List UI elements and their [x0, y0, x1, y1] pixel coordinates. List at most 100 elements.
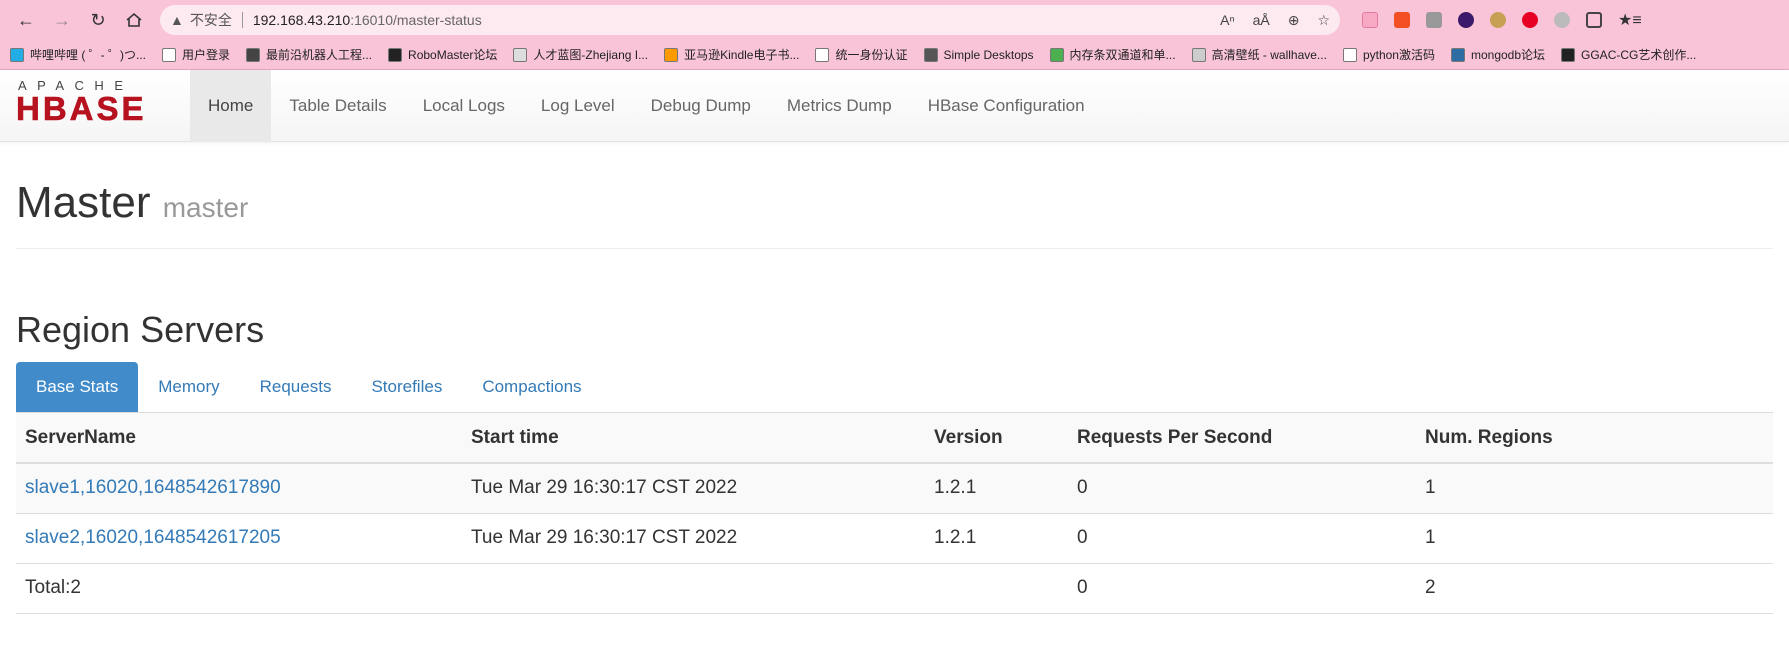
version: 1.2.1 — [934, 527, 977, 548]
region-servers-tabs: Base Stats Memory Requests Storefiles Compac… — [16, 362, 1773, 413]
server-name-link[interactable]: slave2,16020,1648542617205 — [25, 527, 281, 548]
bilibili-extension-icon[interactable] — [1362, 12, 1378, 28]
bookmark-favicon-icon — [1561, 47, 1576, 62]
bookmark-item[interactable]: 统一身份认证 — [815, 46, 908, 63]
bookmark-label: GGAC-CG艺术创作... — [1581, 48, 1697, 62]
extensions-icon[interactable] — [1586, 12, 1602, 28]
nav-item-local-logs[interactable]: Local Logs — [405, 70, 523, 142]
total-requests-per-second-cell: 0 — [1068, 563, 1416, 614]
address-separator — [241, 12, 243, 28]
bookmark-favicon-icon — [388, 47, 403, 62]
bookmark-label: 统一身份认证 — [835, 48, 908, 62]
logo-hbase-text: HBASE — [16, 90, 147, 126]
bookmark-favicon-icon — [1450, 47, 1465, 62]
total-num-regions-cell: 2 — [1416, 563, 1773, 614]
back-icon[interactable]: ← — [8, 4, 44, 36]
bookmark-item[interactable]: RoboMaster论坛 — [388, 46, 497, 63]
bookmark-favicon-icon — [513, 47, 528, 62]
browser-toolbar: ← → ↻ ▲ 不安全 192.168.43.210:16010/master-… — [0, 0, 1789, 40]
server-name-link[interactable]: slave1,16020,1648542617890 — [25, 477, 281, 498]
face-extension-icon[interactable] — [1490, 12, 1506, 28]
start-time: Tue Mar 29 16:30:17 CST 2022 — [471, 527, 738, 548]
settings-extension-icon[interactable] — [1554, 12, 1570, 28]
empty-cell — [925, 563, 1068, 614]
bookmark-item[interactable]: 高清壁纸 - wallhave... — [1191, 46, 1327, 63]
bookmark-label: RoboMaster论坛 — [408, 48, 498, 62]
bookmark-item[interactable]: 用户登录 — [162, 46, 230, 63]
requests-per-second: 0 — [1077, 527, 1088, 548]
favorites-list-icon[interactable]: ★≡ — [1618, 10, 1642, 30]
reload-icon[interactable]: ↻ — [80, 4, 116, 36]
bookmark-favicon-icon — [1049, 47, 1064, 62]
bookmark-favicon-icon — [1191, 47, 1206, 62]
translate-icon[interactable]: aÅ — [1253, 12, 1270, 29]
bookmark-item[interactable]: GGAC-CG艺术创作... — [1561, 46, 1696, 63]
bookmark-item[interactable]: 最前沿机器人工程... — [246, 46, 372, 63]
region-servers-heading: Region Servers — [16, 309, 265, 350]
tab-base-stats[interactable]: Base Stats — [16, 362, 139, 412]
total-label-cell: Total:2 — [16, 563, 462, 614]
bookmark-favicon-icon — [815, 47, 830, 62]
bookmark-favicon-icon — [1342, 47, 1357, 62]
read-aloud-icon[interactable]: Aⁿ — [1220, 12, 1234, 29]
url-host: 192.168.43.210 — [252, 12, 351, 28]
page-subtitle: master — [162, 192, 249, 223]
requests-per-second: 0 — [1077, 477, 1088, 499]
page-title: Master master — [16, 178, 1773, 228]
tab-compactions[interactable]: Compactions — [462, 362, 601, 412]
hbase-logo[interactable]: APACHE HBASE — [0, 70, 190, 142]
start-time-cell: Tue Mar 29 16:30:17 CST 2022 — [462, 513, 925, 564]
nav-item-log-level[interactable]: Log Level — [523, 70, 633, 142]
tab-storefiles[interactable]: Storefiles — [351, 362, 462, 412]
requests-per-second-cell: 0 — [1068, 463, 1416, 514]
nav-item-metrics-dump[interactable]: Metrics Dump — [769, 70, 910, 142]
bookmark-label: 亚马逊Kindle电子书... — [684, 48, 800, 62]
bookmark-item[interactable]: Simple Desktops — [923, 47, 1034, 62]
csdn-extension-icon[interactable] — [1394, 12, 1410, 28]
collections-extension-icon[interactable] — [1426, 12, 1442, 28]
nav-item-debug-dump[interactable]: Debug Dump — [633, 70, 769, 142]
column-header[interactable]: Requests Per Second — [1068, 413, 1416, 464]
zoom-icon[interactable]: ⊕ — [1288, 12, 1300, 29]
column-header[interactable]: Start time — [462, 413, 925, 464]
bookmark-item[interactable]: 哔哩哔哩 ( ゜- ゜)つ... — [10, 46, 146, 63]
column-header[interactable]: ServerName — [16, 413, 462, 464]
bookmark-item[interactable]: 人才蓝图-Zhejiang I... — [513, 46, 648, 63]
server-name-link-cell: slave1,16020,1648542617890 — [16, 463, 462, 514]
forward-icon[interactable]: → — [44, 4, 80, 36]
bookmark-favicon-icon — [10, 47, 24, 62]
table-row: slave2,16020,1648542617205 Tue Mar 29 16:… — [16, 513, 1773, 564]
tor-extension-icon[interactable] — [1458, 12, 1474, 28]
version-cell: 1.2.1 — [925, 463, 1068, 514]
total-num-regions: 2 — [1425, 577, 1436, 598]
bookmark-item[interactable]: 亚马逊Kindle电子书... — [664, 46, 799, 63]
total-requests-per-second: 0 — [1077, 577, 1088, 598]
bookmark-label: 人才蓝图-Zhejiang I... — [533, 48, 649, 62]
bookmarks-bar: 哔哩哔哩 ( ゜- ゜)つ... 用户登录 最前沿机器人工程... RoboMaste… — [0, 40, 1789, 70]
home-icon[interactable] — [116, 4, 152, 36]
bookmark-item[interactable]: mongodb论坛 — [1450, 46, 1545, 63]
version: 1.2.1 — [934, 477, 977, 499]
server-name-link-cell: slave2,16020,1648542617205 — [16, 513, 462, 564]
table-row: slave1,16020,1648542617890 Tue Mar 29 16:… — [16, 463, 1773, 514]
bookmark-label: Simple Desktops — [943, 47, 1034, 62]
start-time: Tue Mar 29 16:30:17 CST 2022 — [471, 477, 738, 499]
bookmark-item[interactable]: 内存条双通道和单... — [1049, 46, 1176, 63]
nav-item-home[interactable]: Home — [190, 69, 272, 142]
bookmark-item[interactable]: python激活码 — [1342, 46, 1435, 63]
favorite-icon[interactable]: ☆ — [1317, 12, 1330, 29]
num-regions: 1 — [1425, 527, 1436, 548]
tab-requests[interactable]: Requests — [240, 362, 352, 412]
bookmark-label: 内存条双通道和单... — [1069, 48, 1176, 62]
tab-memory[interactable]: Memory — [138, 362, 239, 412]
column-header[interactable]: Version — [925, 413, 1068, 464]
nav-item-hbase-configuration[interactable]: HBase Configuration — [910, 70, 1103, 142]
bookmark-label: 用户登录 — [182, 48, 231, 62]
url-path: :16010/master-status — [350, 12, 482, 28]
column-header[interactable]: Num. Regions — [1416, 413, 1773, 464]
pinterest-extension-icon[interactable] — [1522, 12, 1538, 28]
nav-item-table-details[interactable]: Table Details — [271, 70, 404, 142]
address-bar[interactable]: ▲ 不安全 192.168.43.210:16010/master-status… — [160, 5, 1340, 35]
bookmark-favicon-icon — [664, 47, 679, 62]
num-regions: 1 — [1425, 477, 1436, 499]
